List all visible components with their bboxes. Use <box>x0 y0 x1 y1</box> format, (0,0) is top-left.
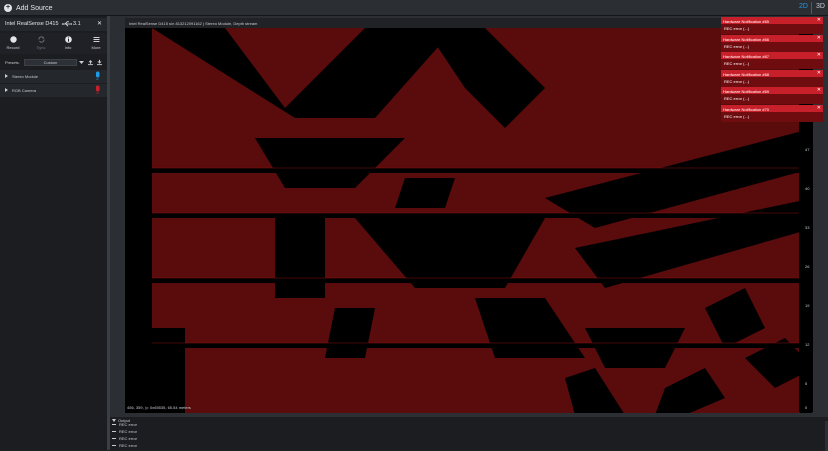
sync-button[interactable]: Sync <box>28 33 54 54</box>
log-bullet-icon <box>112 445 116 447</box>
top-bar: + Add Source 2D 3D <box>0 0 828 16</box>
hardware-notification[interactable]: Hardware Notification #70 ✕ REC error (.… <box>721 105 823 122</box>
add-source-button[interactable]: + Add Source <box>4 2 53 14</box>
notification-title: Hardware Notification #67 <box>721 52 823 59</box>
scale-tick: 0 <box>805 405 808 410</box>
presets-select[interactable]: Custom <box>24 59 77 66</box>
notification-body: REC error (...) <box>724 61 750 66</box>
scale-tick: 33 <box>805 225 810 230</box>
info-label: Info <box>64 45 72 50</box>
notification-body: REC error (...) <box>724 44 750 49</box>
device-name: Intel RealSense D415 <box>5 21 59 27</box>
notification-title: Hardware Notification #68 <box>721 70 823 77</box>
notification-body: REC error (...) <box>724 26 750 31</box>
info-icon <box>64 36 72 43</box>
scale-tick: 40 <box>805 186 810 191</box>
record-label: Record <box>6 45 20 50</box>
expand-arrow-icon[interactable] <box>5 88 8 92</box>
log-line: REC error <box>112 443 137 448</box>
device-header: Intel RealSense D415 3.1 ✕ <box>0 18 107 31</box>
sensor-row-stereo-module[interactable]: Stereo Module on <box>0 70 107 83</box>
preset-dropdown-icon[interactable] <box>78 59 85 66</box>
scale-tick: 12 <box>805 342 810 347</box>
scale-tick: 26 <box>805 264 810 269</box>
hardware-notification[interactable]: Hardware Notification #66 ✕ REC error (.… <box>721 35 823 52</box>
depth-image <box>125 28 812 413</box>
close-notification-icon[interactable]: ✕ <box>817 35 821 41</box>
record-icon <box>9 36 17 43</box>
log-bullet-icon <box>112 431 116 433</box>
hardware-notification[interactable]: Hardware Notification #69 ✕ REC error (.… <box>721 87 823 104</box>
view-toggle-divider <box>811 2 812 14</box>
close-notification-icon[interactable]: ✕ <box>817 105 821 111</box>
presets-row: Presets: Custom <box>0 57 107 68</box>
plus-icon: + <box>4 4 12 12</box>
log-line: REC error <box>112 422 137 427</box>
presets-label: Presets: <box>5 60 20 65</box>
upload-icon[interactable] <box>87 59 94 66</box>
close-notification-icon[interactable]: ✕ <box>817 52 821 58</box>
notification-body: REC error (...) <box>724 114 750 119</box>
close-device-icon[interactable]: ✕ <box>97 20 102 27</box>
hardware-notification[interactable]: Hardware Notification #67 ✕ REC error (.… <box>721 52 823 69</box>
notification-title: Hardware Notification #66 <box>721 35 823 42</box>
sensor-state: off <box>96 92 99 95</box>
sensor-name: RGB Camera <box>12 88 37 93</box>
expand-arrow-icon[interactable] <box>5 74 8 78</box>
notification-body: REC error (...) <box>724 96 750 101</box>
close-notification-icon[interactable]: ✕ <box>817 87 821 93</box>
notification-title: Hardware Notification #69 <box>721 87 823 94</box>
usb-version: 3.1 <box>73 21 81 27</box>
close-notification-icon[interactable]: ✕ <box>817 70 821 76</box>
view-3d-toggle[interactable]: 3D <box>816 3 825 10</box>
scale-tick: 47 <box>805 147 810 152</box>
hardware-notification[interactable]: Hardware Notification #68 ✕ REC error (.… <box>721 70 823 87</box>
close-notification-icon[interactable]: ✕ <box>817 17 821 23</box>
notification-title: Hardware Notification #65 <box>721 17 823 24</box>
add-source-label: Add Source <box>16 4 53 12</box>
stream-title: Intel RealSense D415 s/n 813212091162 | … <box>125 18 812 28</box>
log-bullet-icon <box>112 424 116 426</box>
log-line: REC error <box>112 429 137 434</box>
log-bullet-icon <box>112 438 116 440</box>
output-panel: Output REC error REC error REC error REC… <box>110 416 828 451</box>
scale-tick: 19 <box>805 303 810 308</box>
depth-stream-view[interactable]: Intel RealSense D415 s/n 813212091162 | … <box>124 17 813 414</box>
info-button[interactable]: Info <box>55 33 81 54</box>
notification-body: REC error (...) <box>724 79 750 84</box>
view-2d-toggle[interactable]: 2D <box>799 3 808 10</box>
sensor-state: on <box>96 78 99 81</box>
download-icon[interactable] <box>96 59 103 66</box>
sensor-row-rgb-camera[interactable]: RGB Camera off <box>0 84 107 97</box>
menu-icon <box>93 37 99 42</box>
more-label: More <box>91 45 101 50</box>
sensor-name: Stereo Module <box>12 74 39 79</box>
pixel-readout: 456, 359, 'p: 0x65535, 65.54 meters <box>127 405 191 410</box>
notification-title: Hardware Notification #70 <box>721 105 823 112</box>
sync-icon <box>38 36 44 43</box>
log-line: REC error <box>112 436 137 441</box>
record-button[interactable]: Record <box>0 33 26 54</box>
usb-icon <box>62 21 72 27</box>
device-panel: Intel RealSense D415 3.1 ✕ Record Sync I… <box>0 16 107 450</box>
hardware-notification[interactable]: Hardware Notification #65 ✕ REC error (.… <box>721 17 823 34</box>
device-toolbar: Record Sync Info More <box>0 33 107 54</box>
sync-label: Sync <box>36 45 46 50</box>
more-button[interactable]: More <box>83 33 109 54</box>
scale-tick: 5 <box>805 381 808 386</box>
